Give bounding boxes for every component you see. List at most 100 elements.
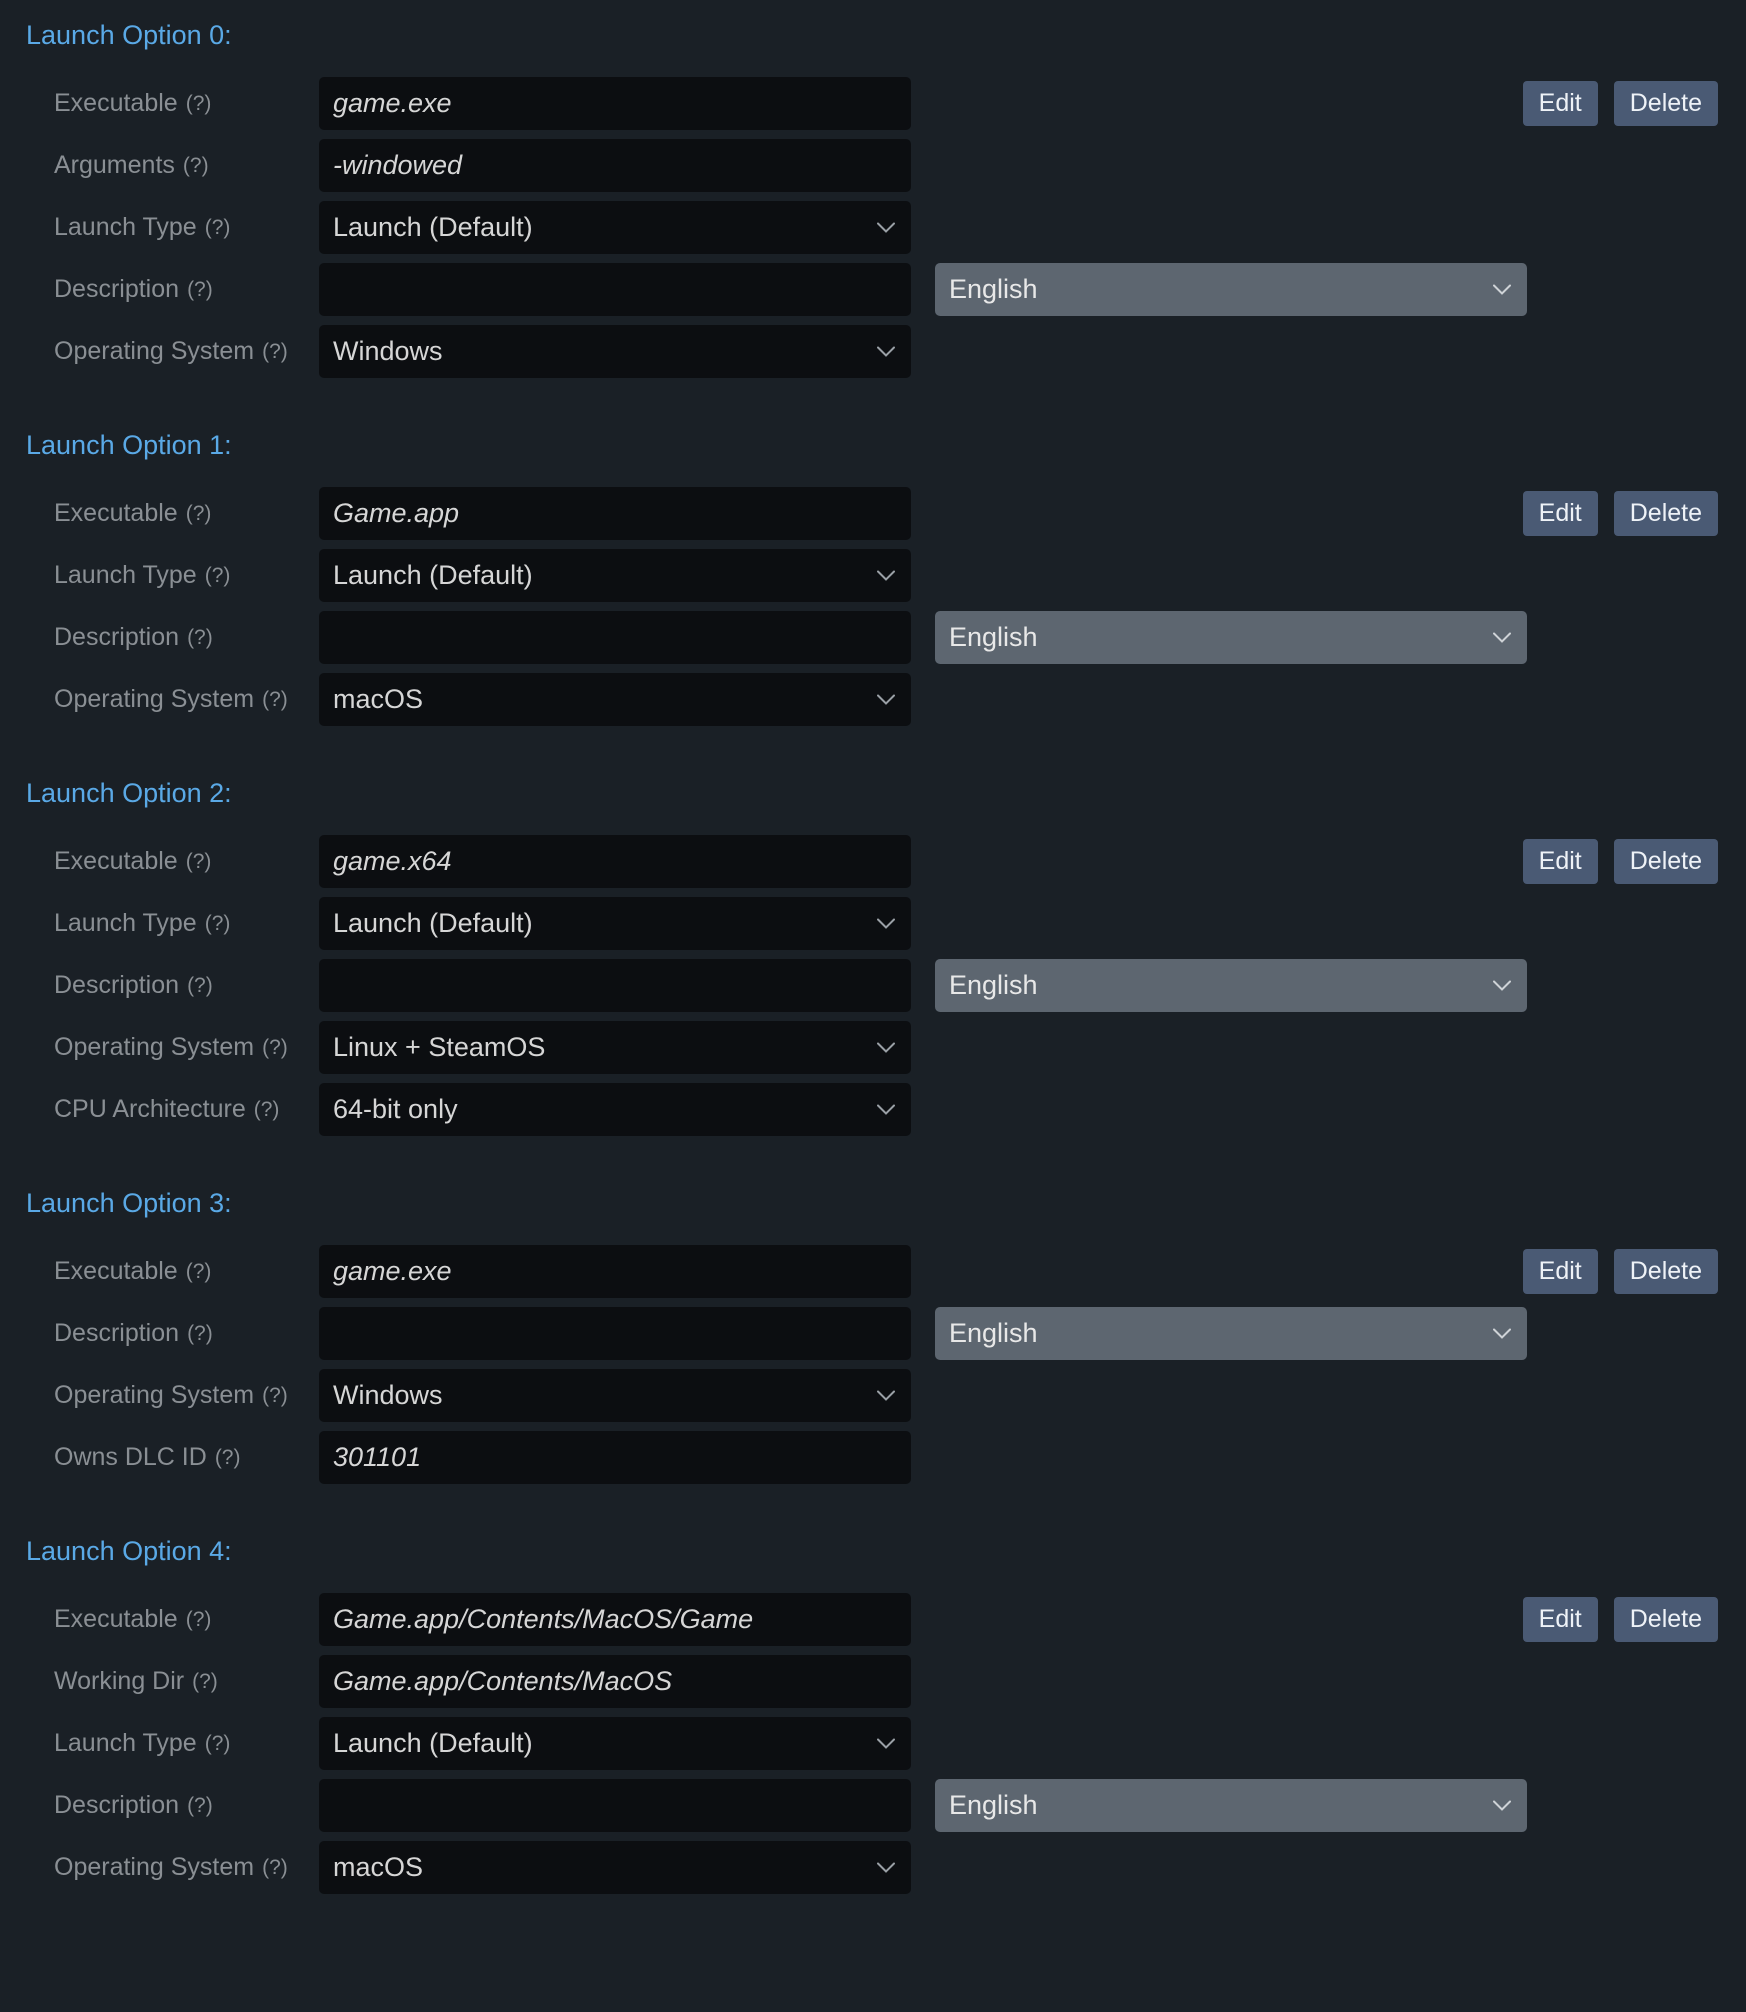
edit-button[interactable]: Edit: [1523, 81, 1598, 126]
field-label: Executable (?): [54, 89, 319, 118]
operating-system-select[interactable]: Windows: [319, 1369, 911, 1422]
executable-input[interactable]: [319, 77, 911, 130]
description-input[interactable]: [319, 1779, 911, 1832]
help-icon[interactable]: (?): [262, 1856, 288, 1880]
launch-type-select[interactable]: Launch (Default): [319, 549, 911, 602]
description-language-select[interactable]: English: [935, 611, 1527, 664]
launch-type-row: Launch Type (?) Launch (Default): [14, 201, 1732, 254]
description-language-select[interactable]: English: [935, 1779, 1527, 1832]
owns-dlc-id-input[interactable]: [319, 1431, 911, 1484]
operating-system-select[interactable]: Linux + SteamOS: [319, 1021, 911, 1074]
cpu-architecture-select[interactable]: 64-bit only: [319, 1083, 911, 1136]
operating-system-select[interactable]: macOS: [319, 1841, 911, 1894]
description-input[interactable]: [319, 263, 911, 316]
help-icon[interactable]: (?): [187, 626, 213, 650]
help-icon[interactable]: (?): [186, 1608, 212, 1632]
field-label: Description (?): [54, 1791, 319, 1820]
launch-option-section: Launch Option 4: Executable (?) Edit Del…: [14, 1536, 1732, 1894]
help-icon[interactable]: (?): [183, 154, 209, 178]
operating-system-row: Operating System (?) macOS: [14, 1841, 1732, 1894]
field-label: Description (?): [54, 623, 319, 652]
help-icon[interactable]: (?): [187, 974, 213, 998]
description-row: Description (?) English: [14, 1779, 1732, 1832]
owns-dlc-id-row: Owns DLC ID (?): [14, 1431, 1732, 1484]
help-icon[interactable]: (?): [187, 278, 213, 302]
description-language-select[interactable]: English: [935, 263, 1527, 316]
launch-type-row: Launch Type (?) Launch (Default): [14, 897, 1732, 950]
section-title: Launch Option 3:: [14, 1188, 1732, 1219]
description-row: Description (?) English: [14, 611, 1732, 664]
executable-row: Executable (?) Edit Delete: [14, 835, 1732, 888]
help-icon[interactable]: (?): [187, 1794, 213, 1818]
edit-button[interactable]: Edit: [1523, 1249, 1598, 1294]
description-input[interactable]: [319, 959, 911, 1012]
operating-system-row: Operating System (?) Linux + SteamOS: [14, 1021, 1732, 1074]
launch-option-section: Launch Option 0: Executable (?) Edit Del…: [14, 20, 1732, 378]
field-label: Description (?): [54, 275, 319, 304]
help-icon[interactable]: (?): [262, 688, 288, 712]
delete-button[interactable]: Delete: [1614, 491, 1718, 536]
description-input[interactable]: [319, 1307, 911, 1360]
help-icon[interactable]: (?): [186, 1260, 212, 1284]
delete-button[interactable]: Delete: [1614, 1597, 1718, 1642]
delete-button[interactable]: Delete: [1614, 81, 1718, 126]
section-title: Launch Option 1:: [14, 430, 1732, 461]
help-icon[interactable]: (?): [254, 1098, 280, 1122]
field-label: Description (?): [54, 971, 319, 1000]
help-icon[interactable]: (?): [215, 1446, 241, 1470]
delete-button[interactable]: Delete: [1614, 1249, 1718, 1294]
field-label: Working Dir (?): [54, 1667, 319, 1696]
arguments-row: Arguments (?): [14, 139, 1732, 192]
help-icon[interactable]: (?): [187, 1322, 213, 1346]
description-input[interactable]: [319, 611, 911, 664]
edit-button[interactable]: Edit: [1523, 1597, 1598, 1642]
executable-input[interactable]: [319, 487, 911, 540]
launch-type-select[interactable]: Launch (Default): [319, 201, 911, 254]
executable-row: Executable (?) Edit Delete: [14, 487, 1732, 540]
field-label: Owns DLC ID (?): [54, 1443, 319, 1472]
field-label: Operating System (?): [54, 1033, 319, 1062]
operating-system-row: Operating System (?) Windows: [14, 1369, 1732, 1422]
help-icon[interactable]: (?): [262, 340, 288, 364]
executable-input[interactable]: [319, 1245, 911, 1298]
help-icon[interactable]: (?): [205, 1732, 231, 1756]
executable-input[interactable]: [319, 1593, 911, 1646]
help-icon[interactable]: (?): [205, 912, 231, 936]
launch-option-section: Launch Option 1: Executable (?) Edit Del…: [14, 430, 1732, 726]
help-icon[interactable]: (?): [186, 92, 212, 116]
launch-type-row: Launch Type (?) Launch (Default): [14, 1717, 1732, 1770]
field-label: Launch Type (?): [54, 1729, 319, 1758]
help-icon[interactable]: (?): [262, 1384, 288, 1408]
field-label: Operating System (?): [54, 1853, 319, 1882]
arguments-input[interactable]: [319, 139, 911, 192]
executable-row: Executable (?) Edit Delete: [14, 1245, 1732, 1298]
help-icon[interactable]: (?): [262, 1036, 288, 1060]
launch-type-select[interactable]: Launch (Default): [319, 1717, 911, 1770]
field-label: Launch Type (?): [54, 213, 319, 242]
executable-row: Executable (?) Edit Delete: [14, 1593, 1732, 1646]
executable-row: Executable (?) Edit Delete: [14, 77, 1732, 130]
description-language-select[interactable]: English: [935, 1307, 1527, 1360]
edit-button[interactable]: Edit: [1523, 491, 1598, 536]
description-row: Description (?) English: [14, 959, 1732, 1012]
description-language-select[interactable]: English: [935, 959, 1527, 1012]
operating-system-select[interactable]: Windows: [319, 325, 911, 378]
field-label: Launch Type (?): [54, 561, 319, 590]
operating-system-row: Operating System (?) Windows: [14, 325, 1732, 378]
edit-button[interactable]: Edit: [1523, 839, 1598, 884]
help-icon[interactable]: (?): [186, 502, 212, 526]
field-label: Operating System (?): [54, 685, 319, 714]
help-icon[interactable]: (?): [205, 564, 231, 588]
help-icon[interactable]: (?): [192, 1670, 218, 1694]
help-icon[interactable]: (?): [186, 850, 212, 874]
help-icon[interactable]: (?): [205, 216, 231, 240]
launch-type-select[interactable]: Launch (Default): [319, 897, 911, 950]
section-title: Launch Option 2:: [14, 778, 1732, 809]
description-row: Description (?) English: [14, 1307, 1732, 1360]
field-label: Operating System (?): [54, 337, 319, 366]
working-dir-input[interactable]: [319, 1655, 911, 1708]
delete-button[interactable]: Delete: [1614, 839, 1718, 884]
executable-input[interactable]: [319, 835, 911, 888]
launch-option-section: Launch Option 3: Executable (?) Edit Del…: [14, 1188, 1732, 1484]
operating-system-select[interactable]: macOS: [319, 673, 911, 726]
